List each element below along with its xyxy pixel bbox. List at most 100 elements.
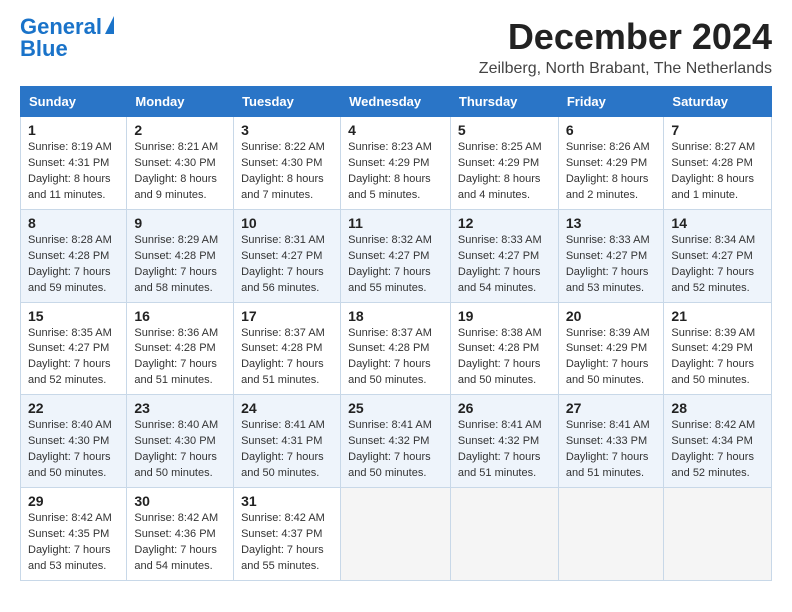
day-info: Sunrise: 8:29 AMSunset: 4:28 PMDaylight:… — [134, 233, 226, 297]
day-number: 19 — [458, 308, 551, 324]
day-cell: 20 Sunrise: 8:39 AMSunset: 4:29 PMDayligh… — [558, 302, 664, 395]
day-info: Sunrise: 8:42 AMSunset: 4:34 PMDaylight:… — [671, 418, 764, 482]
day-number: 27 — [566, 400, 657, 416]
calendar-body: 1Sunrise: 8:19 AMSunset: 4:31 PMDaylight… — [21, 117, 772, 581]
day-number: 17 — [241, 308, 333, 324]
day-info: Sunrise: 8:25 AMSunset: 4:29 PMDaylight:… — [458, 140, 551, 204]
day-cell: 8 Sunrise: 8:28 AMSunset: 4:28 PMDaylight… — [21, 209, 127, 302]
calendar-title: December 2024 — [479, 16, 772, 58]
day-cell: 6 Sunrise: 8:26 AMSunset: 4:29 PMDaylight… — [558, 117, 664, 210]
day-info: Sunrise: 8:34 AMSunset: 4:27 PMDaylight:… — [671, 233, 764, 297]
day-info: Sunrise: 8:41 AMSunset: 4:32 PMDaylight:… — [348, 418, 443, 482]
day-cell: 29 Sunrise: 8:42 AMSunset: 4:35 PMDayligh… — [21, 488, 127, 581]
day-number: 4 — [348, 122, 443, 138]
day-number: 8 — [28, 215, 119, 231]
day-info: Sunrise: 8:23 AMSunset: 4:29 PMDaylight:… — [348, 140, 443, 204]
logo-text-blue: Blue — [20, 38, 68, 60]
day-cell: 4 Sunrise: 8:23 AMSunset: 4:29 PMDaylight… — [341, 117, 451, 210]
day-cell: 17Sunrise: 8:37 AMSunset: 4:28 PMDayligh… — [234, 302, 341, 395]
day-cell: 25 Sunrise: 8:41 AMSunset: 4:32 PMDayligh… — [341, 395, 451, 488]
day-number: 15 — [28, 308, 119, 324]
day-info: Sunrise: 8:42 AMSunset: 4:35 PMDaylight:… — [28, 511, 119, 575]
day-info: Sunrise: 8:41 AMSunset: 4:32 PMDaylight:… — [458, 418, 551, 482]
column-header-thursday: Thursday — [450, 87, 558, 117]
day-number: 9 — [134, 215, 226, 231]
day-info: Sunrise: 8:21 AMSunset: 4:30 PMDaylight:… — [134, 140, 226, 204]
day-cell: 3 Sunrise: 8:22 AMSunset: 4:30 PMDaylight… — [234, 117, 341, 210]
day-cell: 24Sunrise: 8:41 AMSunset: 4:31 PMDayligh… — [234, 395, 341, 488]
week-row-5: 29 Sunrise: 8:42 AMSunset: 4:35 PMDayligh… — [21, 488, 772, 581]
day-number: 18 — [348, 308, 443, 324]
day-info: Sunrise: 8:33 AMSunset: 4:27 PMDaylight:… — [566, 233, 657, 297]
day-number: 10 — [241, 215, 333, 231]
day-info: Sunrise: 8:40 AMSunset: 4:30 PMDaylight:… — [134, 418, 226, 482]
day-cell: 30 Sunrise: 8:42 AMSunset: 4:36 PMDayligh… — [127, 488, 234, 581]
logo-text: General — [20, 16, 102, 38]
day-cell: 15 Sunrise: 8:35 AMSunset: 4:27 PMDayligh… — [21, 302, 127, 395]
day-number: 13 — [566, 215, 657, 231]
title-block: December 2024 Zeilberg, North Brabant, T… — [479, 16, 772, 78]
day-number: 5 — [458, 122, 551, 138]
day-cell: 21 Sunrise: 8:39 AMSunset: 4:29 PMDayligh… — [664, 302, 772, 395]
day-cell: 28 Sunrise: 8:42 AMSunset: 4:34 PMDayligh… — [664, 395, 772, 488]
day-number: 23 — [134, 400, 226, 416]
day-info: Sunrise: 8:19 AMSunset: 4:31 PMDaylight:… — [28, 140, 119, 204]
day-info: Sunrise: 8:41 AMSunset: 4:33 PMDaylight:… — [566, 418, 657, 482]
day-info: Sunrise: 8:39 AMSunset: 4:29 PMDaylight:… — [566, 326, 657, 390]
day-number: 28 — [671, 400, 764, 416]
day-info: Sunrise: 8:28 AMSunset: 4:28 PMDaylight:… — [28, 233, 119, 297]
day-cell: 10Sunrise: 8:31 AMSunset: 4:27 PMDayligh… — [234, 209, 341, 302]
calendar-subtitle: Zeilberg, North Brabant, The Netherlands — [479, 60, 772, 78]
day-cell: 18 Sunrise: 8:37 AMSunset: 4:28 PMDayligh… — [341, 302, 451, 395]
day-cell — [450, 488, 558, 581]
column-header-wednesday: Wednesday — [341, 87, 451, 117]
day-cell: 2 Sunrise: 8:21 AMSunset: 4:30 PMDaylight… — [127, 117, 234, 210]
day-info: Sunrise: 8:32 AMSunset: 4:27 PMDaylight:… — [348, 233, 443, 297]
day-cell: 22Sunrise: 8:40 AMSunset: 4:30 PMDayligh… — [21, 395, 127, 488]
day-number: 20 — [566, 308, 657, 324]
day-number: 11 — [348, 215, 443, 231]
day-cell: 27 Sunrise: 8:41 AMSunset: 4:33 PMDayligh… — [558, 395, 664, 488]
day-cell: 26 Sunrise: 8:41 AMSunset: 4:32 PMDayligh… — [450, 395, 558, 488]
day-info: Sunrise: 8:36 AMSunset: 4:28 PMDaylight:… — [134, 326, 226, 390]
day-info: Sunrise: 8:35 AMSunset: 4:27 PMDaylight:… — [28, 326, 119, 390]
calendar-table: SundayMondayTuesdayWednesdayThursdayFrid… — [20, 86, 772, 581]
day-info: Sunrise: 8:40 AMSunset: 4:30 PMDaylight:… — [28, 418, 119, 482]
day-number: 25 — [348, 400, 443, 416]
day-cell: 16Sunrise: 8:36 AMSunset: 4:28 PMDayligh… — [127, 302, 234, 395]
day-number: 29 — [28, 493, 119, 509]
day-info: Sunrise: 8:33 AMSunset: 4:27 PMDaylight:… — [458, 233, 551, 297]
day-info: Sunrise: 8:26 AMSunset: 4:29 PMDaylight:… — [566, 140, 657, 204]
day-cell: 23 Sunrise: 8:40 AMSunset: 4:30 PMDayligh… — [127, 395, 234, 488]
column-header-saturday: Saturday — [664, 87, 772, 117]
day-info: Sunrise: 8:39 AMSunset: 4:29 PMDaylight:… — [671, 326, 764, 390]
column-header-tuesday: Tuesday — [234, 87, 341, 117]
day-info: Sunrise: 8:27 AMSunset: 4:28 PMDaylight:… — [671, 140, 764, 204]
logo: General Blue — [20, 16, 114, 60]
day-cell: 11 Sunrise: 8:32 AMSunset: 4:27 PMDayligh… — [341, 209, 451, 302]
day-number: 31 — [241, 493, 333, 509]
day-number: 3 — [241, 122, 333, 138]
day-number: 14 — [671, 215, 764, 231]
day-info: Sunrise: 8:37 AMSunset: 4:28 PMDaylight:… — [348, 326, 443, 390]
header: General Blue December 2024 Zeilberg, Nor… — [20, 16, 772, 78]
day-cell: 31Sunrise: 8:42 AMSunset: 4:37 PMDayligh… — [234, 488, 341, 581]
day-number: 30 — [134, 493, 226, 509]
day-number: 21 — [671, 308, 764, 324]
day-cell: 12 Sunrise: 8:33 AMSunset: 4:27 PMDayligh… — [450, 209, 558, 302]
week-row-3: 15 Sunrise: 8:35 AMSunset: 4:27 PMDayligh… — [21, 302, 772, 395]
day-info: Sunrise: 8:42 AMSunset: 4:36 PMDaylight:… — [134, 511, 226, 575]
day-number: 26 — [458, 400, 551, 416]
column-header-friday: Friday — [558, 87, 664, 117]
day-info: Sunrise: 8:22 AMSunset: 4:30 PMDaylight:… — [241, 140, 333, 204]
day-cell: 19 Sunrise: 8:38 AMSunset: 4:28 PMDayligh… — [450, 302, 558, 395]
day-cell: 14 Sunrise: 8:34 AMSunset: 4:27 PMDayligh… — [664, 209, 772, 302]
day-number: 2 — [134, 122, 226, 138]
day-number: 7 — [671, 122, 764, 138]
day-cell: 1Sunrise: 8:19 AMSunset: 4:31 PMDaylight… — [21, 117, 127, 210]
day-info: Sunrise: 8:38 AMSunset: 4:28 PMDaylight:… — [458, 326, 551, 390]
day-number: 6 — [566, 122, 657, 138]
column-header-sunday: Sunday — [21, 87, 127, 117]
day-number: 12 — [458, 215, 551, 231]
column-header-monday: Monday — [127, 87, 234, 117]
